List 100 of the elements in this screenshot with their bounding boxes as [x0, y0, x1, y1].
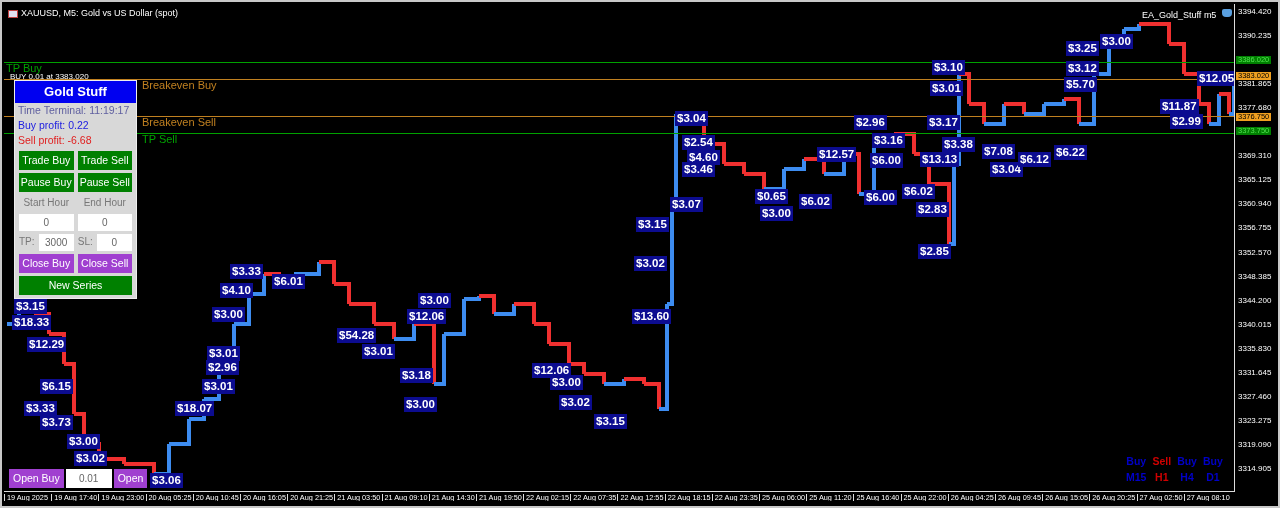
chart-title: XAUUSD, M5: Gold vs US Dollar (spot): [21, 7, 179, 20]
profit-label: $6.00: [864, 190, 897, 206]
profit-label: $3.15: [594, 414, 627, 430]
profit-label: $3.01: [202, 379, 235, 395]
profit-label: $3.25: [1066, 41, 1099, 57]
profit-label: $3.02: [559, 395, 592, 411]
profit-label: $6.01: [272, 274, 305, 290]
hour-input-field[interactable]: 0: [19, 214, 74, 231]
lot-input-field[interactable]: 0.01: [65, 469, 112, 488]
pause-button[interactable]: Pause Sell: [77, 173, 132, 192]
hour-label: End Hour: [82, 196, 127, 210]
profit-label: $18.33: [12, 315, 52, 331]
profit-label: $3.02: [634, 256, 667, 272]
profit-label: $6.15: [40, 379, 73, 395]
profit-label: $3.33: [24, 401, 57, 417]
profit-label: $18.07: [175, 401, 215, 417]
price-axis-label: 3335.830: [1238, 344, 1272, 353]
signal-timeframe: H1: [1155, 469, 1169, 485]
profit-label: $54.28: [337, 328, 377, 344]
profit-label: $6.02: [902, 184, 935, 200]
chart-window-icon: [8, 9, 18, 18]
price-axis-label: 3344.200: [1238, 296, 1272, 305]
profit-label: $3.00: [67, 434, 100, 450]
profit-label: $3.04: [990, 162, 1023, 178]
profit-label: $3.00: [404, 397, 437, 413]
profit-label: $3.16: [872, 133, 905, 149]
profit-label: $13.13: [920, 152, 960, 168]
tp-label: TP:: [19, 235, 35, 249]
trade-button[interactable]: Trade Buy: [19, 151, 74, 170]
profit-label: $2.96: [206, 360, 239, 376]
trade-button[interactable]: Trade Sell: [77, 151, 132, 170]
sl-input-field[interactable]: 0: [96, 234, 132, 251]
profit-label: $2.83: [916, 202, 949, 218]
tp-input-field[interactable]: 3000: [38, 234, 74, 251]
price-axis-label: 3323.275: [1238, 416, 1272, 425]
profit-label: $5.70: [1064, 77, 1097, 93]
profit-label: $6.22: [1054, 145, 1087, 161]
price-axis-label: 3314.905: [1238, 464, 1272, 473]
profit-label: $3.00: [550, 375, 583, 391]
panel-info-text: Time Terminal: 11:19:17: [17, 103, 131, 118]
profit-label: $0.65: [755, 189, 788, 205]
profit-label: $6.00: [870, 153, 903, 169]
profit-label: $12.05: [1197, 71, 1234, 87]
price-axis-label: 3360.940: [1238, 200, 1272, 209]
profit-label: $3.17: [927, 115, 960, 131]
expert-name: EA_Gold_Stuff m5: [1142, 9, 1217, 22]
profit-label: $6.12: [1018, 152, 1051, 168]
profit-label: $2.96: [854, 115, 887, 131]
profit-label: $3.46: [682, 162, 715, 178]
price-axis-label: 3340.015: [1238, 320, 1272, 329]
profit-label: $7.08: [982, 144, 1015, 160]
expert-hat-icon: [1222, 9, 1232, 17]
price-axis-label: 3331.645: [1238, 368, 1272, 377]
price-axis-label: 3390.235: [1238, 32, 1272, 41]
profit-label: $11.87: [1160, 99, 1199, 115]
profit-label: $3.00: [418, 293, 451, 309]
profit-label: $2.99: [1170, 114, 1203, 130]
profit-label: $12.57: [817, 147, 857, 163]
new-series-button[interactable]: New Series: [19, 276, 132, 295]
profit-label: $3.00: [760, 206, 793, 222]
price-axis-label: 3377.680: [1238, 104, 1272, 113]
profit-label: $3.10: [932, 60, 965, 76]
profit-label: $3.07: [670, 197, 703, 213]
close-button[interactable]: Close Buy: [19, 254, 74, 273]
signal-timeframe: M15: [1126, 469, 1147, 485]
signal-direction: Buy: [1177, 454, 1197, 469]
profit-label: $3.18: [400, 368, 433, 384]
price-axis-label: 3348.385: [1238, 272, 1272, 281]
profit-label: $3.00: [212, 307, 245, 323]
profit-label: $3.15: [636, 217, 669, 233]
price-axis-label: 3352.570: [1238, 248, 1272, 257]
signal-timeframe: D1: [1206, 469, 1220, 485]
profit-label: $3.06: [150, 473, 183, 489]
profit-label: $3.73: [40, 415, 73, 431]
panel-info-text: Buy profit: 0.22: [17, 118, 90, 133]
price-axis-label: 3369.310: [1238, 152, 1272, 161]
profit-label: $3.01: [362, 344, 395, 360]
level-label: Breakeven Buy: [142, 80, 217, 91]
level-label: TP Buy: [6, 63, 42, 74]
panel-title: Gold Stuff: [15, 81, 136, 103]
profit-label: $3.04: [675, 111, 708, 127]
signal-direction: Buy: [1126, 454, 1147, 469]
open-sell-button[interactable]: Open: [113, 469, 148, 488]
level-label: TP Sell: [142, 134, 178, 145]
hour-input-field[interactable]: 0: [77, 214, 132, 231]
price-axis-label: 3381.865: [1238, 80, 1272, 89]
profit-label: $3.33: [230, 264, 263, 280]
profit-label: $3.15: [14, 299, 47, 315]
profit-label: $3.00: [1100, 34, 1133, 50]
profit-label: $6.02: [799, 194, 832, 210]
open-buy-button[interactable]: Open Buy: [9, 469, 64, 488]
signal-timeframe: H4: [1180, 469, 1194, 485]
profit-label: $12.06: [407, 309, 447, 325]
close-button[interactable]: Close Sell: [77, 254, 132, 273]
profit-label: $3.01: [930, 81, 963, 97]
profit-label: $3.12: [1066, 61, 1099, 77]
level-label: Breakeven Sell: [142, 117, 216, 128]
profit-label: $2.54: [682, 135, 715, 151]
pause-button[interactable]: Pause Buy: [19, 173, 74, 192]
panel-info-text: Sell profit: -6.68: [17, 133, 93, 148]
